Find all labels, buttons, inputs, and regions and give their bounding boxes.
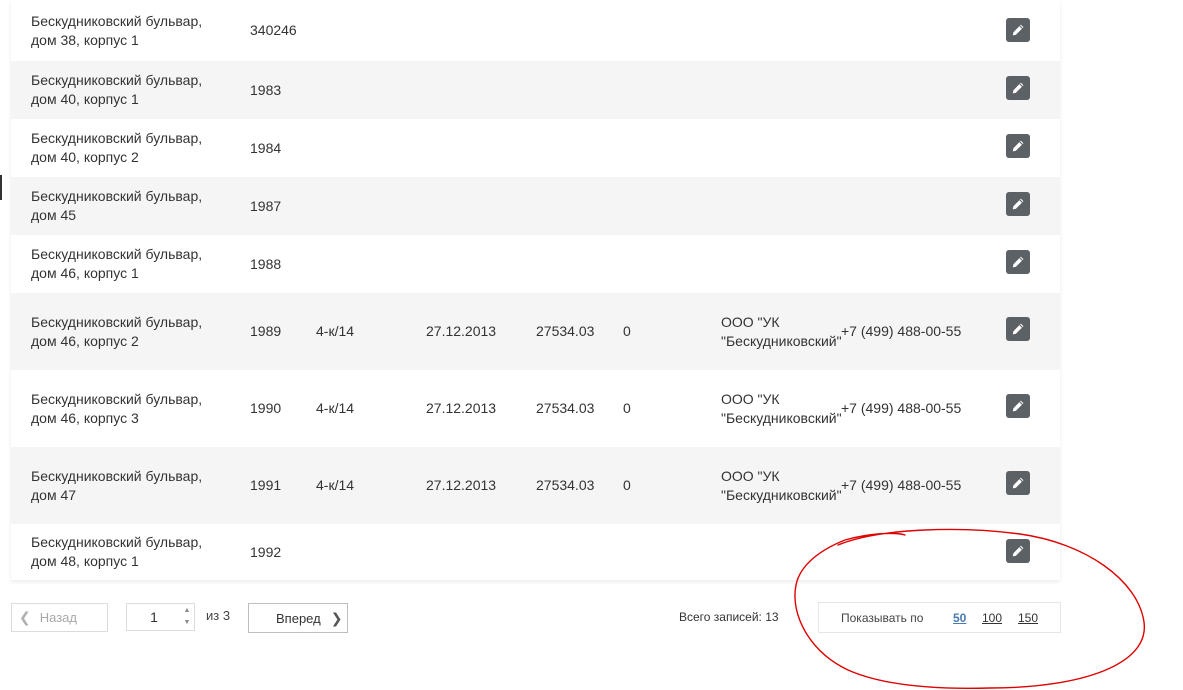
pencil-icon [1012,545,1024,557]
address-cell: Бескудниковский бульвар, дом 40, корпус … [31,72,203,107]
number-cell: 1983 [250,81,282,98]
phone-cell: +7 (499) 488-00-55 [841,477,962,493]
total-records-label: Всего записей: 13 [679,610,779,624]
address-cell: Бескудниковский бульвар, дом 48, корпус … [31,534,203,569]
table-row: Бескудниковский бульвар, дом 47 1991 4-к… [11,447,1060,524]
pencil-icon [1012,477,1024,489]
prev-page-label: Назад [39,610,77,625]
addresses-table: Бескудниковский бульвар, дом 38, корпус … [11,0,1060,580]
pencil-icon [1012,256,1024,268]
address-cell: Бескудниковский бульвар, дом 46, корпус … [31,246,203,281]
table-row: Бескудниковский бульвар, дом 46, корпус … [11,235,1060,293]
page-number-stepper[interactable]: ▲ ▼ [126,603,195,631]
prev-page-button[interactable]: ❮ Назад [11,603,108,632]
table-row: Бескудниковский бульвар, дом 48, корпус … [11,524,1060,580]
company-cell: ООО "УК "Бескудниковский" [721,467,842,503]
address-cell: Бескудниковский бульвар, дом 46, корпус … [31,313,203,349]
edit-button[interactable] [1006,134,1030,158]
page: Бескудниковский бульвар, дом 38, корпус … [0,0,1183,690]
page-number-input[interactable] [127,604,181,630]
address-cell: Бескудниковский бульвар, дом 45 [31,188,203,223]
left-edge-marker [0,175,2,200]
edit-button[interactable] [1006,18,1030,42]
count-cell: 0 [623,477,631,493]
per-page-option-50[interactable]: 50 [953,611,966,625]
address-cell: Бескудниковский бульвар, дом 46, корпус … [31,390,203,426]
date-cell: 27.12.2013 [426,400,497,416]
edit-button[interactable] [1006,539,1030,563]
company-cell: ООО "УК "Бескудниковский" [721,313,842,349]
number-cell: 1989 [250,323,282,339]
table-row: Бескудниковский бульвар, дом 40, корпус … [11,119,1060,177]
table-row: Бескудниковский бульвар, дом 38, корпус … [11,0,1060,61]
type-cell: 4-к/14 [316,323,355,339]
edit-button[interactable] [1006,394,1030,418]
company-cell: ООО "УК "Бескудниковский" [721,390,842,426]
per-page-selector: Показывать по 50 100 150 [818,602,1061,633]
per-page-label: Показывать по [841,611,924,625]
phone-cell: +7 (499) 488-00-55 [841,400,962,416]
edit-button[interactable] [1006,76,1030,100]
number-cell: 1990 [250,400,282,416]
per-page-option-150[interactable]: 150 [1018,611,1038,625]
total-pages-label: из 3 [206,608,231,623]
edit-button[interactable] [1006,471,1030,495]
count-cell: 0 [623,323,631,339]
date-cell: 27.12.2013 [426,323,497,339]
per-page-option-100[interactable]: 100 [982,611,1002,625]
edit-button[interactable] [1006,192,1030,216]
amount-cell: 27534.03 [536,477,595,493]
pencil-icon [1012,24,1024,36]
type-cell: 4-к/14 [316,477,355,493]
table-row: Бескудниковский бульвар, дом 40, корпус … [11,61,1060,119]
pencil-icon [1012,82,1024,94]
table-row: Бескудниковский бульвар, дом 46, корпус … [11,370,1060,447]
edit-button[interactable] [1006,317,1030,341]
pencil-icon [1012,140,1024,152]
type-cell: 4-к/14 [316,400,355,416]
amount-cell: 27534.03 [536,323,595,339]
number-cell: 1992 [250,543,282,560]
amount-cell: 27534.03 [536,400,595,416]
number-cell: 1991 [250,477,282,493]
address-cell: Бескудниковский бульвар, дом 38, корпус … [31,12,203,48]
chevron-left-icon: ❮ [19,609,31,625]
stepper-up-icon[interactable]: ▲ [182,605,192,617]
number-cell: 340246 [250,22,297,38]
table-row: Бескудниковский бульвар, дом 45 1987 [11,177,1060,235]
address-cell: Бескудниковский бульвар, дом 47 [31,467,203,503]
stepper-down-icon[interactable]: ▼ [182,617,192,629]
date-cell: 27.12.2013 [426,477,497,493]
count-cell: 0 [623,400,631,416]
number-cell: 1984 [250,139,282,156]
chevron-right-icon: ❯ [330,609,343,626]
pencil-icon [1012,323,1024,335]
number-cell: 1987 [250,197,282,214]
phone-cell: +7 (499) 488-00-55 [841,323,962,339]
next-page-label: Вперед [276,610,321,626]
pencil-icon [1012,400,1024,412]
pencil-icon [1012,198,1024,210]
table-row: Бескудниковский бульвар, дом 46, корпус … [11,293,1060,370]
address-cell: Бескудниковский бульвар, дом 40, корпус … [31,130,203,165]
number-cell: 1988 [250,255,282,272]
edit-button[interactable] [1006,250,1030,274]
next-page-button[interactable]: Вперед ❯ [248,603,348,633]
